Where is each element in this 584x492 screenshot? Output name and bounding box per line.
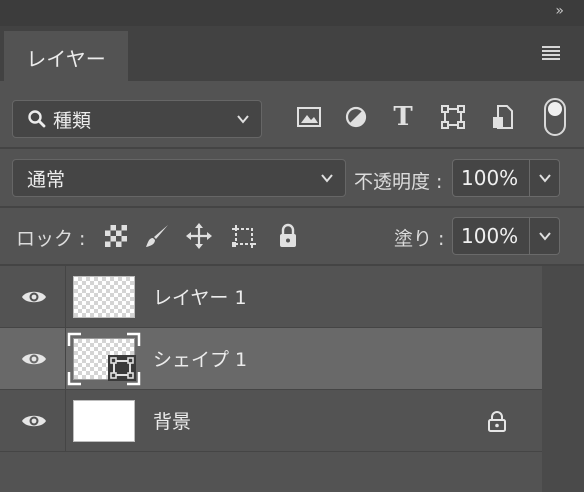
visibility-toggle[interactable] (0, 266, 66, 328)
fill-value: 100% (461, 224, 519, 248)
layer-thumbnail[interactable] (73, 276, 135, 318)
hamburger-icon[interactable] (542, 46, 560, 60)
collapse-panels-button[interactable]: » (555, 3, 563, 19)
panel-tab-bar: レイヤー (0, 26, 584, 83)
fill-input[interactable]: 100% (452, 217, 530, 255)
type-filter-icon[interactable]: T (390, 104, 416, 130)
chevron-down-icon (539, 232, 551, 241)
adjustment-filter-icon[interactable] (343, 104, 369, 130)
panel-top-strip: » (0, 0, 584, 26)
lock-artboard-icon[interactable] (230, 222, 258, 250)
layer-lock-icon[interactable] (486, 410, 508, 432)
lock-position-icon[interactable] (185, 222, 213, 250)
image-filter-icon[interactable] (296, 104, 322, 130)
layer-row[interactable]: レイヤー 1 (0, 266, 542, 328)
opacity-input[interactable]: 100% (452, 159, 530, 197)
visibility-toggle[interactable] (0, 390, 66, 452)
blend-mode-value: 通常 (27, 168, 66, 191)
layer-row[interactable]: シェイプ 1 (0, 328, 542, 390)
divider (0, 206, 584, 208)
layer-name[interactable]: 背景 (153, 407, 191, 434)
visibility-toggle[interactable] (0, 328, 66, 390)
fill-label: 塗り : (394, 228, 445, 250)
shape-filter-icon[interactable] (440, 104, 466, 130)
shape-badge-icon (108, 355, 136, 381)
filter-kind-select[interactable]: 種類 (12, 100, 262, 138)
divider (0, 147, 584, 149)
lock-paint-icon[interactable] (143, 222, 171, 250)
scrollbar[interactable] (542, 266, 584, 492)
eye-icon (22, 353, 46, 365)
smart-object-filter-icon[interactable] (490, 104, 516, 130)
layer-name[interactable]: シェイプ 1 (153, 345, 247, 372)
lock-label: ロック : (16, 228, 86, 250)
fill-dropdown-button[interactable] (530, 217, 560, 255)
filter-toggle-switch[interactable] (544, 98, 566, 136)
chevron-down-icon (321, 174, 333, 183)
layers-panel: » レイヤー 種類 T 通常 不透明度: 100% ロック: 塗り: 10… (0, 0, 584, 492)
layer-name[interactable]: レイヤー 1 (153, 283, 247, 310)
opacity-label: 不透明度 : (354, 171, 443, 193)
opacity-dropdown-button[interactable] (530, 159, 560, 197)
tab-layers-label: レイヤー (26, 46, 106, 71)
toggle-knob (548, 102, 562, 116)
layers-empty-area (0, 454, 542, 492)
layer-thumbnail[interactable] (73, 400, 135, 442)
eye-icon (22, 291, 46, 303)
filter-kind-label: 種類 (53, 109, 92, 132)
eye-icon (22, 415, 46, 427)
blend-mode-select[interactable]: 通常 (12, 159, 346, 197)
lock-transparent-icon[interactable] (102, 222, 130, 250)
tab-layers[interactable]: レイヤー (4, 31, 128, 83)
chevron-down-icon (237, 115, 249, 124)
chevron-down-icon (539, 174, 551, 183)
search-icon (28, 110, 46, 128)
lock-all-icon[interactable] (274, 222, 302, 250)
layer-row[interactable]: 背景 (0, 390, 542, 452)
opacity-value: 100% (461, 166, 519, 190)
